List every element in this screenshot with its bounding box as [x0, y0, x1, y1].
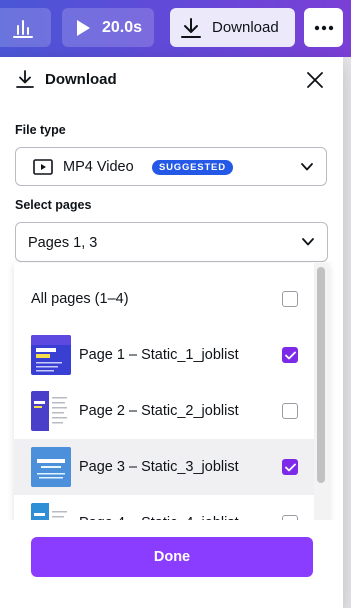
page-3-checkbox[interactable] — [282, 459, 298, 475]
all-pages-label: All pages (1–4) — [31, 291, 129, 307]
checkmark-icon — [284, 463, 296, 471]
download-button[interactable]: Download — [170, 8, 295, 47]
scrollbar-thumb[interactable] — [317, 267, 325, 483]
select-pages-value: Pages 1, 3 — [28, 235, 98, 251]
chevron-down-icon — [302, 238, 314, 246]
download-panel: Download File type MP4 Video SUGGESTED S… — [0, 57, 343, 608]
checkmark-icon — [284, 351, 296, 359]
close-button[interactable] — [305, 70, 325, 90]
list-item-page-3[interactable]: Page 3 – Static_3_joblist — [14, 439, 314, 495]
play-icon — [77, 19, 90, 36]
page-2-thumbnail — [31, 391, 71, 431]
select-pages-label: Select pages — [15, 198, 92, 212]
page-2-label: Page 2 – Static_2_joblist — [79, 403, 239, 419]
page-3-label: Page 3 – Static_3_joblist — [79, 459, 239, 475]
panel-title: Download — [45, 71, 117, 88]
bar-chart-icon — [12, 19, 33, 38]
editor-toolbar: 20.0s Download — [0, 0, 351, 57]
canvas-edge — [343, 57, 351, 608]
list-item-all-pages[interactable]: All pages (1–4) — [14, 273, 314, 325]
suggested-badge: SUGGESTED — [152, 160, 233, 175]
list-item-page-2[interactable]: Page 2 – Static_2_joblist — [14, 383, 314, 439]
video-file-icon — [33, 159, 53, 175]
done-button[interactable]: Done — [31, 537, 313, 577]
page-3-thumbnail — [31, 447, 71, 487]
list-item-page-1[interactable]: Page 1 – Static_1_joblist — [14, 327, 314, 383]
chevron-down-icon — [301, 163, 313, 171]
download-icon — [16, 70, 34, 88]
page-1-label: Page 1 – Static_1_joblist — [79, 347, 239, 363]
panel-footer: Done — [0, 520, 343, 608]
analytics-button[interactable] — [0, 8, 51, 47]
file-type-label: File type — [15, 123, 66, 137]
file-type-select[interactable]: MP4 Video SUGGESTED — [15, 147, 327, 186]
download-button-label: Download — [212, 19, 279, 36]
page-1-thumbnail — [31, 335, 71, 375]
panel-header: Download — [0, 57, 343, 103]
duration-label: 20.0s — [102, 18, 143, 36]
more-horizontal-icon — [314, 25, 333, 30]
play-preview-button[interactable]: 20.0s — [62, 8, 154, 47]
download-icon — [181, 17, 201, 38]
page-1-checkbox[interactable] — [282, 347, 298, 363]
more-options-button[interactable] — [304, 8, 343, 47]
close-icon — [307, 72, 323, 88]
page-2-checkbox[interactable] — [282, 403, 298, 419]
file-type-value: MP4 Video — [63, 159, 134, 175]
all-pages-checkbox[interactable] — [282, 291, 298, 307]
select-pages-dropdown[interactable]: Pages 1, 3 — [15, 222, 328, 262]
